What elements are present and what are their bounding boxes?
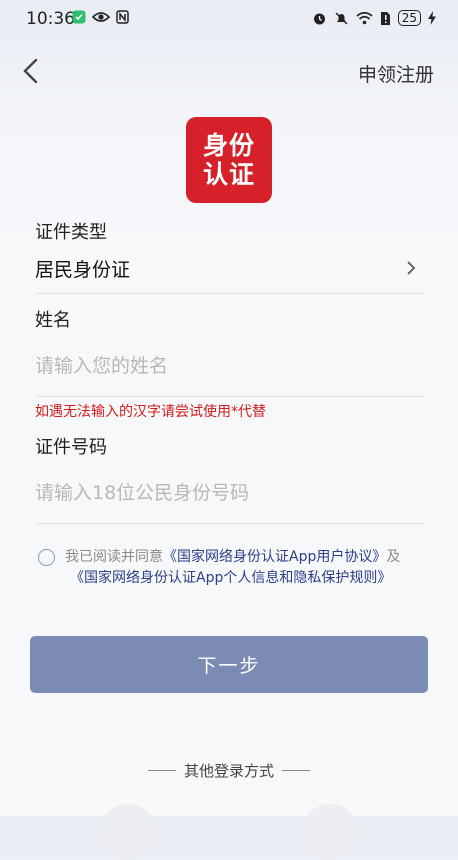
divider (35, 293, 424, 294)
id-type-label: 证件类型 (35, 222, 107, 243)
logo-line2: 认证 (202, 160, 255, 189)
name-hint: 如遇无法输入的汉字请尝试使用*代替 (35, 404, 266, 420)
charging-icon (428, 11, 436, 25)
register-link[interactable]: 申领注册 (358, 60, 434, 87)
status-right-icons: 25 (312, 10, 436, 26)
id-type-select[interactable]: 居民身份证 (35, 255, 130, 282)
chevron-right-icon[interactable] (404, 260, 418, 276)
next-step-button[interactable]: 下一步 (30, 636, 428, 693)
agree-radio[interactable] (38, 549, 55, 566)
divider (35, 523, 424, 524)
battery-level: 25 (397, 10, 421, 26)
id-number-input[interactable]: 请输入18位公民身份号码 (35, 478, 249, 505)
eye-icon (92, 12, 110, 22)
back-arrow-icon[interactable] (20, 58, 44, 84)
mute-icon (335, 11, 348, 25)
other-login-label: 其他登录方式 (183, 762, 274, 780)
wifi-icon (356, 11, 373, 25)
status-time: 10:36 (26, 9, 75, 29)
agreement-prefix: 我已阅读并同意 (65, 549, 163, 565)
divider-line-right (282, 770, 310, 771)
status-bar: 10:36 25 (0, 0, 458, 38)
next-step-label: 下一步 (197, 655, 261, 677)
agreement-and: 及 (386, 549, 401, 565)
agreement-line-2: 《国家网络身份认证App个人信息和隐私保护规则》 (70, 567, 391, 587)
agreement-line-1: 我已阅读并同意《国家网络身份认证App用户协议》及 (65, 546, 400, 566)
logo-line1: 身份 (202, 131, 255, 160)
id-number-label: 证件号码 (35, 437, 107, 458)
other-login-section: 其他登录方式 (0, 760, 458, 781)
alarm-icon (313, 13, 325, 24)
name-label: 姓名 (35, 310, 71, 331)
login-option-right[interactable] (302, 804, 358, 860)
divider-line-left (147, 770, 176, 771)
privacy-rules-link[interactable]: 《国家网络身份认证App个人信息和隐私保护规则》 (70, 570, 391, 586)
nfc-icon (116, 10, 129, 24)
sim-alert-icon (380, 11, 390, 25)
app-notification-icon (72, 10, 86, 24)
login-option-left[interactable] (100, 804, 156, 860)
user-agreement-link[interactable]: 《国家网络身份认证App用户协议》 (163, 549, 386, 565)
divider (35, 396, 424, 397)
name-input[interactable]: 请输入您的姓名 (35, 351, 168, 378)
status-left-icons (72, 10, 129, 24)
app-logo: 身份 认证 (186, 117, 272, 203)
